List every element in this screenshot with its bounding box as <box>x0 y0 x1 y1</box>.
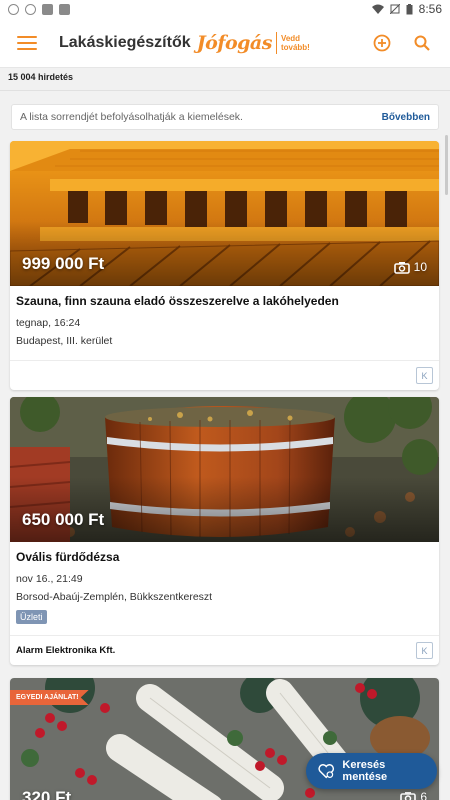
photo-count-value: 6 <box>420 790 427 800</box>
special-offer-ribbon: EGYEDI AJÁNLAT! <box>10 690 89 705</box>
compare-button[interactable]: K <box>416 642 433 659</box>
listing-price: 999 000 Ft <box>22 254 105 273</box>
jofogas-logo: Jófogás Vedd tovább! <box>196 31 315 54</box>
search-icon[interactable] <box>411 32 433 54</box>
seller-name[interactable]: Alarm Elektronika Kft. <box>16 645 115 656</box>
listing-photo[interactable]: 650 000 Ft <box>10 397 439 542</box>
photo-count: 6 <box>400 790 427 800</box>
status-bar: 8:56 <box>0 0 450 18</box>
logo-text: Jófogás <box>196 31 273 54</box>
camera-icon <box>400 791 417 800</box>
sorting-info-box: A lista sorrendjét befolyásolhatják a ki… <box>11 104 439 130</box>
app-icon <box>59 3 70 15</box>
heart-icon <box>318 764 335 779</box>
more-info-link[interactable]: Bővebben <box>382 112 430 123</box>
results-count: 15 004 hirdetés <box>8 72 74 82</box>
listing-card[interactable]: 999 000 Ft 10 Szauna, finn szauna eladó … <box>10 141 439 390</box>
page-title: Lakáskiegészítők <box>59 33 191 51</box>
listing-date: tegnap, 16:24 <box>16 317 81 329</box>
app-bar: Lakáskiegészítők Jófogás Vedd tovább! <box>0 18 450 68</box>
menu-icon[interactable] <box>17 35 37 50</box>
logo-tagline: Vedd tovább! <box>280 33 310 52</box>
listing-price: 650 000 Ft <box>22 510 105 529</box>
photo-count-value: 10 <box>413 260 427 274</box>
listing-title[interactable]: Szauna, finn szauna eladó összeszerelve … <box>16 294 433 308</box>
camera-icon <box>393 261 410 274</box>
listing-photo[interactable]: 999 000 Ft 10 <box>10 141 439 286</box>
gps-icon <box>8 3 19 15</box>
sorting-info-text: A lista sorrendjét befolyásolhatják a ki… <box>20 111 243 123</box>
photo-count: 10 <box>393 260 427 274</box>
save-search-label: Keresés mentése <box>342 759 388 783</box>
add-icon[interactable] <box>371 32 393 54</box>
wifi-signal-icon <box>371 4 384 14</box>
listing-card[interactable]: 650 000 Ft Ovális fürdődézsa nov 16., 21… <box>10 397 439 665</box>
compare-button[interactable]: K <box>416 367 433 384</box>
business-badge: Üzleti <box>16 610 47 624</box>
listing-location: Budapest, III. kerület <box>16 335 113 347</box>
clock: 8:56 <box>418 2 442 16</box>
listing-location: Borsod-Abaúj-Zemplén, Bükkszentkereszt <box>16 591 213 603</box>
listing-price: 320 Ft <box>22 788 72 800</box>
battery-icon <box>406 3 413 14</box>
wifi-icon <box>25 3 36 15</box>
scrollbar[interactable] <box>445 135 448 195</box>
listing-title[interactable]: Ovális fürdődézsa <box>16 550 433 564</box>
muted-icon <box>389 4 400 14</box>
notification-icons <box>8 3 70 15</box>
square-icon <box>42 3 53 15</box>
listing-date: nov 16., 21:49 <box>16 573 83 585</box>
save-search-button[interactable]: Keresés mentése <box>306 753 437 789</box>
